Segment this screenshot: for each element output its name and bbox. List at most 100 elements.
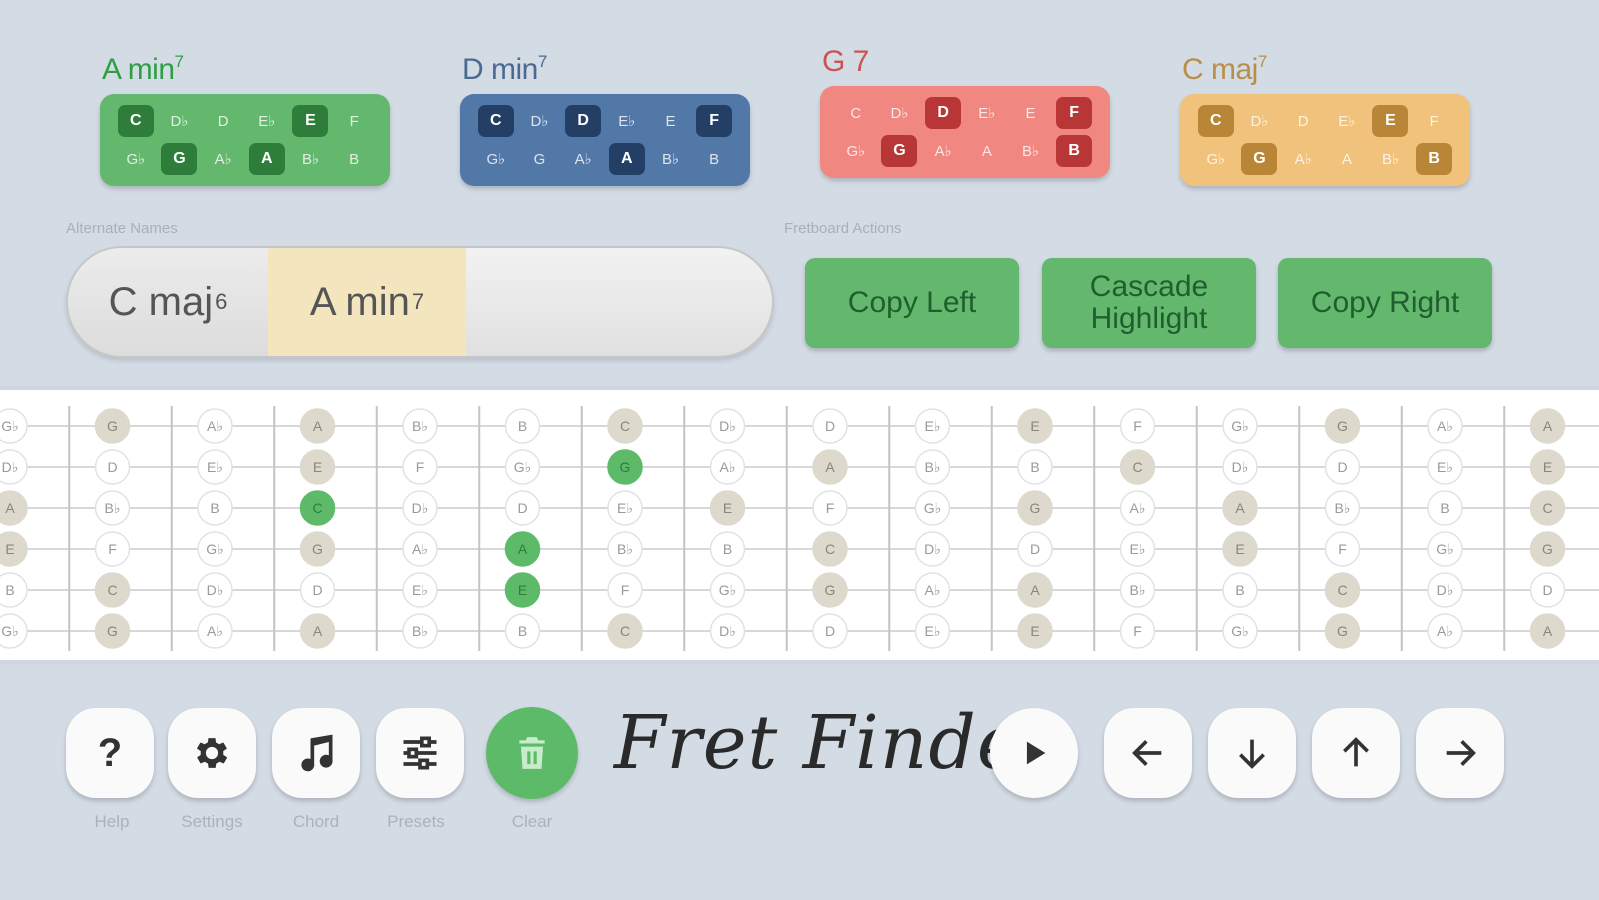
chord-note[interactable]: G: [1241, 143, 1278, 175]
chord-note[interactable]: G: [521, 143, 557, 175]
alternate-name-option-selected[interactable]: A min 7: [268, 248, 466, 356]
help-button[interactable]: ?: [66, 708, 154, 798]
fretboard-canvas[interactable]: G♭ G A♭ A B♭ B C D♭ D E♭ E F G♭ G A♭ A B♭ D♭ D E♭ E F G♭ G A♭ A B♭…: [0, 390, 1599, 660]
sliders-icon: [403, 736, 437, 770]
fretboard-note-label: F: [1133, 418, 1142, 434]
chord-note[interactable]: E: [652, 105, 688, 137]
chord-note[interactable]: B: [1416, 143, 1453, 175]
chord-note[interactable]: B♭: [1012, 135, 1048, 167]
settings-button[interactable]: [168, 708, 256, 798]
chord-note[interactable]: D: [565, 105, 602, 137]
chord-note[interactable]: G♭: [118, 143, 154, 175]
fretboard-note-label: D♭: [719, 418, 736, 434]
fretboard-note-label: A♭: [925, 582, 941, 598]
chord-note[interactable]: F: [1056, 97, 1093, 129]
fretboard-note-label: C: [312, 500, 322, 516]
chord-card[interactable]: C maj7 C D♭ D E♭ E F G♭ G A♭ A B♭ B: [1180, 44, 1470, 186]
chord-note[interactable]: G♭: [1198, 143, 1234, 175]
chord-note[interactable]: D♭: [1241, 105, 1277, 137]
copy-right-button[interactable]: Copy Right: [1278, 258, 1492, 348]
chord-note[interactable]: A: [248, 143, 285, 175]
chord-note[interactable]: A: [608, 143, 645, 175]
alternate-name-option[interactable]: C maj 6: [68, 248, 268, 356]
chord-note[interactable]: F: [1416, 105, 1452, 137]
presets-label: Presets: [387, 812, 445, 831]
chord-note[interactable]: D: [1285, 105, 1321, 137]
fretboard[interactable]: G♭ G A♭ A B♭ B C D♭ D E♭ E F G♭ G A♭ A B♭ D♭ D E♭ E F G♭ G A♭ A B♭…: [0, 386, 1599, 664]
chord-note[interactable]: A: [1329, 143, 1365, 175]
chord-note[interactable]: D♭: [881, 97, 917, 129]
chord-note[interactable]: A♭: [1285, 143, 1321, 175]
alternate-name-empty: [466, 248, 772, 356]
chord-note[interactable]: E: [1012, 97, 1048, 129]
alternate-name-text: C maj: [108, 279, 214, 324]
chord-note[interactable]: B: [1056, 135, 1093, 167]
clear-button[interactable]: [486, 707, 578, 799]
fretboard-note-label: G: [1337, 623, 1348, 639]
chord-note[interactable]: E♭: [609, 105, 645, 137]
chord-note[interactable]: E: [292, 105, 329, 137]
fretboard-note-label: B: [5, 582, 14, 598]
chord-note[interactable]: B♭: [1372, 143, 1408, 175]
fretboard-note-label: D: [825, 623, 835, 639]
chord-note[interactable]: D♭: [161, 105, 197, 137]
cascade-highlight-button[interactable]: Cascade Highlight: [1042, 258, 1256, 348]
fretboard-note-label: G: [107, 623, 118, 639]
chord-note[interactable]: G: [161, 143, 198, 175]
chord-note[interactable]: B: [696, 143, 732, 175]
chord-note[interactable]: D♭: [521, 105, 557, 137]
arrow-right-button[interactable]: [1416, 708, 1504, 798]
copy-left-button[interactable]: Copy Left: [805, 258, 1019, 348]
fretboard-note-label: D♭: [1437, 582, 1454, 598]
chord-button[interactable]: [272, 708, 360, 798]
arrow-up-button[interactable]: [1312, 708, 1400, 798]
chord-note[interactable]: C: [1197, 105, 1234, 137]
fretboard-note-label: D: [1542, 582, 1552, 598]
fretboard-note-label: D♭: [719, 623, 736, 639]
fretboard-note-label: E♭: [617, 500, 633, 516]
chord-note[interactable]: B♭: [292, 143, 328, 175]
fretboard-note-label: G♭: [1, 418, 19, 434]
chord-note[interactable]: F: [336, 105, 372, 137]
chord-card[interactable]: A min7 C D♭ D E♭ E F G♭ G A♭ A B♭ B: [100, 44, 390, 186]
chord-note[interactable]: E: [1372, 105, 1409, 137]
fretboard-note-label: E♭: [412, 582, 428, 598]
trash-icon: [519, 737, 545, 769]
chord-note[interactable]: C: [477, 105, 514, 137]
arrow-left-button[interactable]: [1104, 708, 1192, 798]
chord-note[interactable]: E♭: [249, 105, 285, 137]
chord-card[interactable]: G 7 C D♭ D E♭ E F G♭ G A♭ A B♭ B: [820, 44, 1110, 178]
fretboard-note-label: A♭: [720, 459, 736, 475]
fretboard-note-label: G♭: [1, 623, 19, 639]
fretboard-note-label: B: [1235, 582, 1244, 598]
chord-name: D min: [462, 53, 538, 86]
chord-note[interactable]: C: [838, 97, 874, 129]
fretboard-note-label: G: [1030, 500, 1041, 516]
chord-note[interactable]: A♭: [565, 143, 601, 175]
chord-note-grid: C D♭ D E♭ E F G♭ G A♭ A B♭ B: [100, 94, 390, 186]
fretboard-note-label: F: [1133, 623, 1142, 639]
chord-note[interactable]: F: [696, 105, 733, 137]
chord-note[interactable]: G♭: [478, 143, 514, 175]
chord-note[interactable]: E♭: [1329, 105, 1365, 137]
chord-note[interactable]: A♭: [205, 143, 241, 175]
alternate-names-selector: C maj 6 A min 7: [66, 246, 774, 358]
fretboard-note-label: B♭: [1335, 500, 1351, 516]
chord-name: A min: [102, 53, 175, 86]
chord-note[interactable]: D: [205, 105, 241, 137]
play-button[interactable]: [990, 708, 1078, 798]
fretboard-note-label: A♭: [1437, 418, 1453, 434]
chord-note[interactable]: G: [881, 135, 918, 167]
chord-note[interactable]: D: [925, 97, 962, 129]
presets-button[interactable]: [376, 708, 464, 798]
chord-note[interactable]: B♭: [652, 143, 688, 175]
chord-note[interactable]: C: [117, 105, 154, 137]
chord-note[interactable]: G♭: [838, 135, 874, 167]
chord-note[interactable]: A♭: [925, 135, 961, 167]
arrow-down-button[interactable]: [1208, 708, 1296, 798]
chord-card[interactable]: D min7 C D♭ D E♭ E F G♭ G A♭ A B♭ B: [460, 44, 750, 186]
chord-note[interactable]: B: [336, 143, 372, 175]
chord-note[interactable]: A: [969, 135, 1005, 167]
chord-note[interactable]: E♭: [969, 97, 1005, 129]
fretboard-note-label: C: [620, 623, 630, 639]
